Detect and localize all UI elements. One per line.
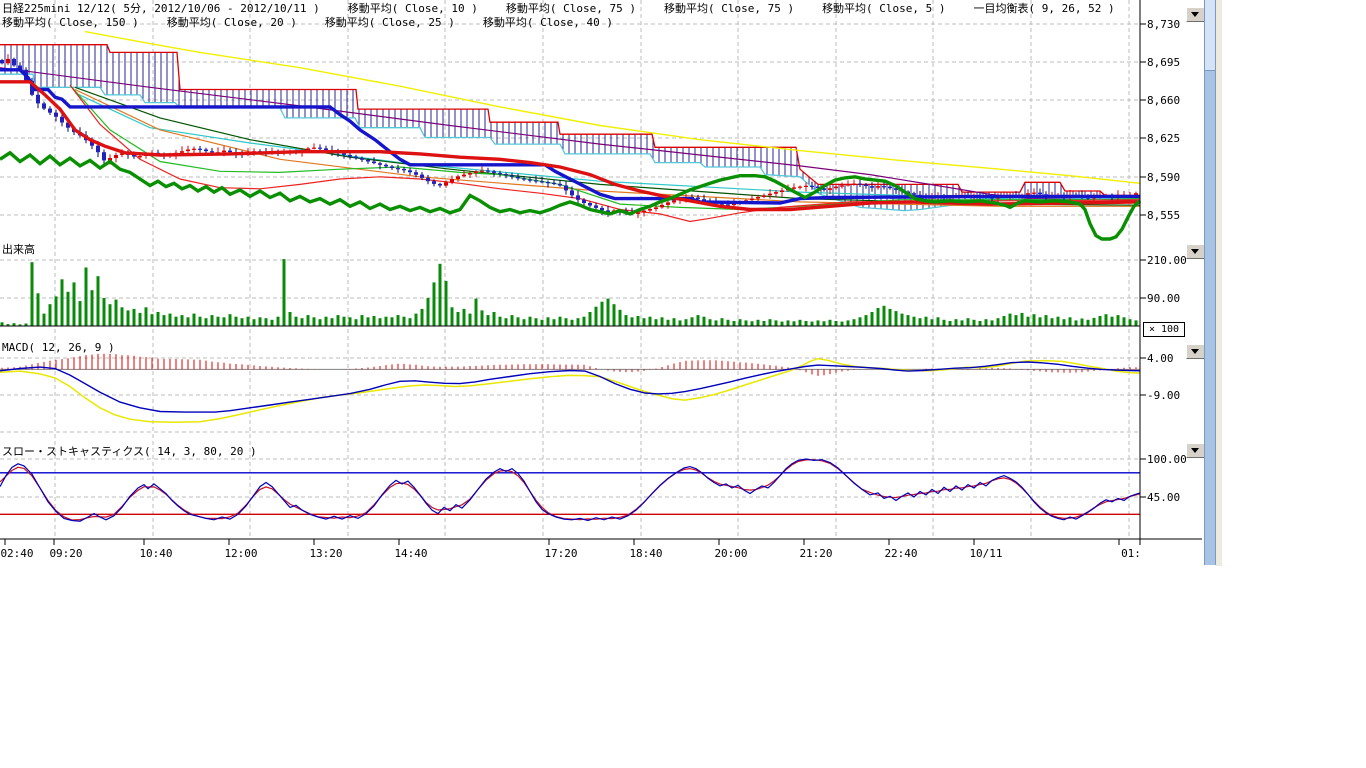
- price-axis-label: 210.00: [1147, 254, 1187, 267]
- header-line-2: 移動平均( Close, 150 ) 移動平均( Close, 20 ) 移動平均(…: [2, 16, 641, 29]
- legend-item: 日経225mini 12/12( 5分, 2012/10/06 - 2012/1…: [2, 2, 320, 15]
- price-axis-label: 8,695: [1147, 56, 1180, 69]
- volume-multiplier-badge: × 100: [1143, 322, 1185, 337]
- legend-item: 移動平均( Close, 75 ): [664, 2, 794, 15]
- price-axis-label: 4.00: [1147, 352, 1174, 365]
- stoch-d-line: [0, 460, 1140, 520]
- legend-item: 移動平均( Close, 5 ): [822, 2, 945, 15]
- legend-item: 移動平均( Close, 25 ): [325, 16, 455, 29]
- price-axis-label: -9.00: [1147, 389, 1180, 402]
- x-axis-label: 22:40: [884, 547, 917, 560]
- price-axis-label: 8,730: [1147, 18, 1180, 31]
- x-axis-label: 12:00: [224, 547, 257, 560]
- x-axis-label: 20:00: [714, 547, 747, 560]
- main-scale-dropdown-button[interactable]: [1186, 7, 1205, 22]
- legend-item: 移動平均( Close, 150 ): [2, 16, 139, 29]
- scrollbar-thumb[interactable]: [1205, 0, 1215, 71]
- x-axis-label: 09:20: [49, 547, 82, 560]
- price-axis-label: 8,590: [1147, 171, 1180, 184]
- window-edge: [1216, 0, 1222, 566]
- legend-item: 移動平均( Close, 40 ): [483, 16, 613, 29]
- macd-panel-label: MACD( 12, 26, 9 ): [2, 341, 115, 354]
- price-axis-label: 8,625: [1147, 132, 1180, 145]
- chevron-down-icon: [1191, 349, 1199, 354]
- x-axis-label: 21:20: [799, 547, 832, 560]
- legend-item: 移動平均( Close, 10 ): [348, 2, 478, 15]
- macd-scale-dropdown-button[interactable]: [1186, 344, 1205, 359]
- horizontal-gridlines: [0, 24, 1140, 497]
- x-axis-label: 18:40: [629, 547, 662, 560]
- x-axis-label: 14:40: [394, 547, 427, 560]
- price-axis-label: 45.00: [1147, 491, 1180, 504]
- macd-histogram: [2, 354, 1136, 376]
- price-axis-label: 90.00: [1147, 292, 1180, 305]
- chevron-down-icon: [1191, 249, 1199, 254]
- volume-bars: [1, 259, 1138, 326]
- chart-application-window: 日経225mini 12/12( 5分, 2012/10/06 - 2012/1…: [0, 0, 1366, 768]
- x-axis-label: 10/11: [969, 547, 1002, 560]
- chevron-down-icon: [1191, 448, 1199, 453]
- legend-item: 一目均衡表( 9, 26, 52 ): [974, 2, 1115, 15]
- legend-item: 移動平均( Close, 20 ): [167, 16, 297, 29]
- volume-scale-dropdown-button[interactable]: [1186, 244, 1205, 259]
- header-line-1: 日経225mini 12/12( 5分, 2012/10/06 - 2012/1…: [2, 2, 1143, 15]
- chevron-down-icon: [1191, 12, 1199, 17]
- vertical-scrollbar[interactable]: [1204, 0, 1216, 565]
- price-axis-label: 8,555: [1147, 209, 1180, 222]
- volume-panel-label: 出来高: [2, 241, 35, 257]
- stoch-scale-dropdown-button[interactable]: [1186, 443, 1205, 458]
- ichimoku-senkou-b: [0, 74, 1140, 210]
- price-axis-label: 8,660: [1147, 94, 1180, 107]
- stochastics-panel-label: スロー・ストキャスティクス( 14, 3, 80, 20 ): [2, 443, 257, 459]
- price-axis-label: 100.00: [1147, 453, 1187, 466]
- x-axis-label: 17:20: [544, 547, 577, 560]
- x-axis-label: 10:40: [139, 547, 172, 560]
- chart-canvas[interactable]: [0, 0, 1222, 566]
- stoch-k-line: [0, 459, 1140, 521]
- x-axis-label: 13:20: [309, 547, 342, 560]
- x-axis-label: 02:40: [0, 547, 33, 560]
- legend-item: 移動平均( Close, 75 ): [506, 2, 636, 15]
- x-axis-label: 01:: [1121, 547, 1141, 560]
